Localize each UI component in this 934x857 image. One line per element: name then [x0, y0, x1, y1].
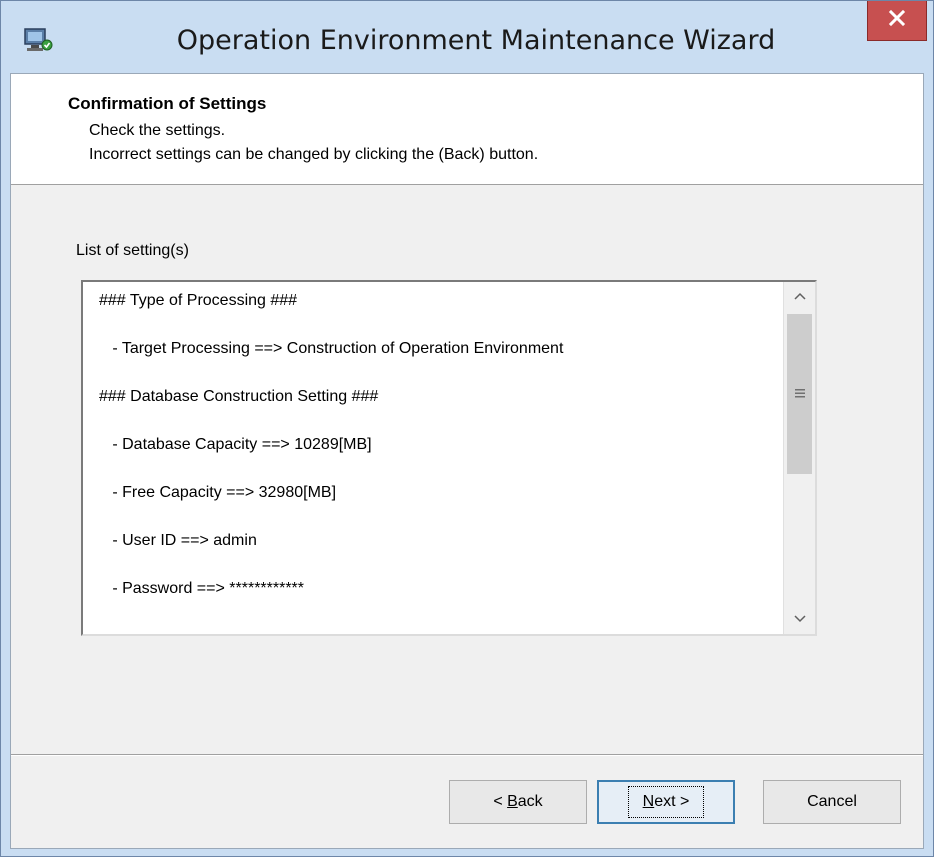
header-instruction: Check the settings.	[89, 122, 226, 139]
next-button[interactable]: Next >	[597, 780, 735, 824]
back-button[interactable]: < Back	[449, 780, 587, 824]
settings-listbox[interactable]: ### Type of Processing ### - Target Proc…	[81, 280, 817, 636]
list-item[interactable]: - Free Capacity ==> 32980[MB]	[99, 484, 336, 502]
list-item[interactable]: - Password ==> ************	[99, 580, 304, 598]
next-button-label: Next >	[627, 786, 705, 818]
cancel-button[interactable]: Cancel	[763, 780, 901, 824]
title-bar[interactable]: Operation Environment Maintenance Wizard	[1, 1, 933, 73]
list-item[interactable]: ### Database Construction Setting ###	[99, 388, 378, 406]
vertical-scrollbar[interactable]	[783, 282, 815, 634]
list-item[interactable]: - User ID ==> admin	[99, 532, 257, 550]
footer-divider	[11, 754, 923, 756]
page-title: Confirmation of Settings	[68, 94, 267, 113]
scroll-up-button[interactable]	[784, 282, 815, 312]
list-item[interactable]: - Target Processing ==> Construction of …	[99, 340, 563, 358]
grip-icon	[794, 385, 805, 403]
scroll-down-button[interactable]	[784, 604, 815, 634]
close-button[interactable]	[867, 1, 927, 41]
chevron-down-icon	[793, 610, 807, 628]
chevron-up-icon	[793, 288, 807, 306]
list-item[interactable]: - Database Capacity ==> 10289[MB]	[99, 436, 371, 454]
settings-list-label: List of setting(s)	[76, 242, 189, 259]
wizard-window: Operation Environment Maintenance Wizard…	[0, 0, 934, 857]
close-icon	[888, 9, 906, 31]
list-item[interactable]: ### Type of Processing ###	[99, 292, 297, 310]
wizard-header: Confirmation of Settings Check the setti…	[11, 74, 923, 185]
scroll-thumb[interactable]	[787, 314, 812, 474]
header-hint: Incorrect settings can be changed by cli…	[89, 146, 539, 163]
wizard-client-area: Confirmation of Settings Check the setti…	[10, 73, 924, 849]
window-title: Operation Environment Maintenance Wizard	[176, 25, 776, 56]
back-button-label: < Back	[493, 793, 543, 810]
